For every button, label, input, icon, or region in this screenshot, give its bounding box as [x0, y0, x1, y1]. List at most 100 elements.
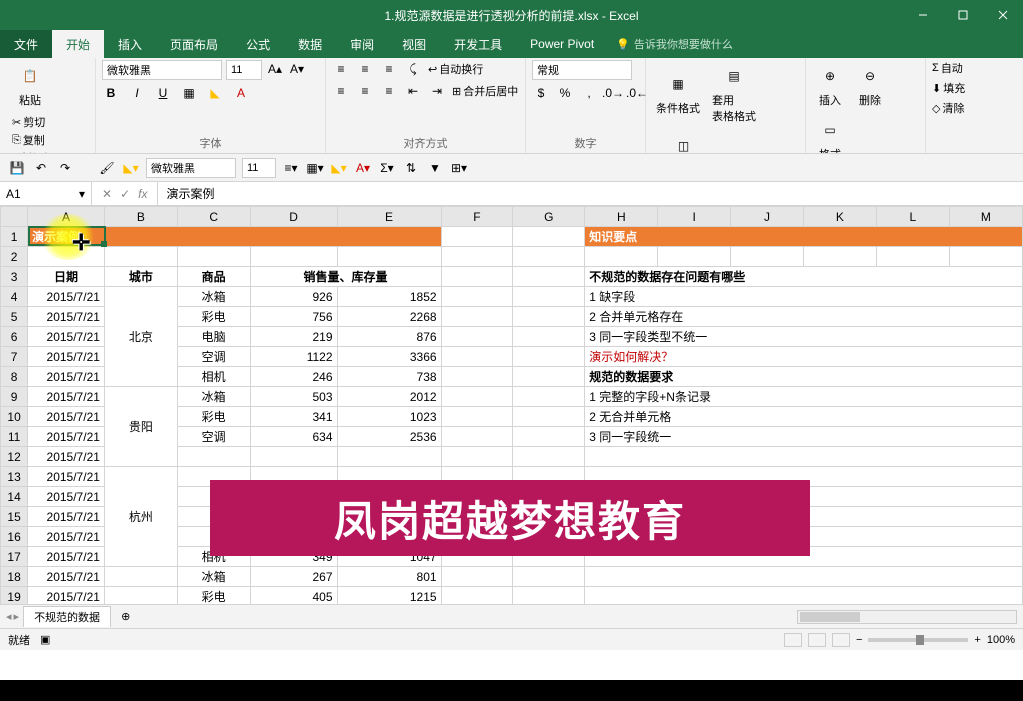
cell-A1[interactable]: 演示案例 [28, 227, 441, 247]
cell-G2[interactable] [513, 247, 585, 267]
cell-C3[interactable]: 商品 [177, 267, 250, 287]
cell-H12[interactable] [585, 447, 1023, 467]
font-size-select[interactable]: 11 [226, 60, 262, 80]
cell-C6[interactable]: 电脑 [177, 327, 250, 347]
sheet-tab-1[interactable]: 不规范的数据 [23, 606, 111, 627]
autosum-button[interactable]: Σ自动 [932, 60, 963, 76]
col-header-L[interactable]: L [876, 207, 949, 227]
row-header-12[interactable]: 12 [1, 447, 28, 467]
cell-D11[interactable]: 634 [250, 427, 337, 447]
cell-D18[interactable]: 267 [250, 567, 337, 587]
cell-C12[interactable] [177, 447, 250, 467]
cell-M2[interactable] [949, 247, 1022, 267]
cell-D6[interactable]: 219 [250, 327, 337, 347]
cell-H19[interactable] [585, 587, 1023, 605]
cell-B18[interactable] [104, 567, 177, 587]
cell-styles-button[interactable]: ◫单元格样式 [652, 130, 715, 154]
cell-F9[interactable] [441, 387, 513, 407]
cell-H4[interactable]: 1 缺字段 [585, 287, 1023, 307]
cell-D19[interactable]: 405 [250, 587, 337, 605]
cell-H6[interactable]: 3 同一字段类型不统一 [585, 327, 1023, 347]
redo-icon[interactable]: ↷ [56, 159, 74, 177]
cell-H9[interactable]: 1 完整的字段+N条记录 [585, 387, 1023, 407]
cell-A6[interactable]: 2015/7/21 [28, 327, 105, 347]
tab-review[interactable]: 审阅 [336, 30, 388, 58]
cell-A13[interactable]: 2015/7/21 [28, 467, 105, 487]
cell-G5[interactable] [513, 307, 585, 327]
cell-G11[interactable] [513, 427, 585, 447]
cut-button[interactable]: ✂剪切 [12, 114, 61, 130]
formula-input[interactable]: 演示案例 [158, 182, 1023, 205]
sheet-nav-last-icon[interactable]: ▸ [14, 610, 20, 623]
col-header-J[interactable]: J [731, 207, 804, 227]
cell-A17[interactable]: 2015/7/21 [28, 547, 105, 567]
tab-formula[interactable]: 公式 [232, 30, 284, 58]
cell-A18[interactable]: 2015/7/21 [28, 567, 105, 587]
col-header-K[interactable]: K [803, 207, 876, 227]
row-header-5[interactable]: 5 [1, 307, 28, 327]
cell-E7[interactable]: 3366 [337, 347, 441, 367]
italic-button[interactable]: I [128, 84, 146, 102]
tell-me[interactable]: 💡 告诉我你想要做什么 [616, 36, 733, 52]
cell-A5[interactable]: 2015/7/21 [28, 307, 105, 327]
row-header-11[interactable]: 11 [1, 427, 28, 447]
view-normal-icon[interactable] [784, 633, 802, 647]
cell-D8[interactable]: 246 [250, 367, 337, 387]
cell-B19[interactable] [104, 587, 177, 605]
row-header-14[interactable]: 14 [1, 487, 28, 507]
cell-B9[interactable]: 贵阳 [104, 387, 177, 467]
row-header-13[interactable]: 13 [1, 467, 28, 487]
cell-G8[interactable] [513, 367, 585, 387]
cell-F12[interactable] [441, 447, 513, 467]
cell-E4[interactable]: 1852 [337, 287, 441, 307]
align-right-icon[interactable]: ≡ [380, 82, 398, 100]
row-header-15[interactable]: 15 [1, 507, 28, 527]
cell-F8[interactable] [441, 367, 513, 387]
cell-D12[interactable] [250, 447, 337, 467]
cell-G9[interactable] [513, 387, 585, 407]
cell-G12[interactable] [513, 447, 585, 467]
zoom-level[interactable]: 100% [987, 634, 1015, 646]
col-header-I[interactable]: I [658, 207, 731, 227]
cell-E6[interactable]: 876 [337, 327, 441, 347]
cell-E19[interactable]: 1215 [337, 587, 441, 605]
row-header-8[interactable]: 8 [1, 367, 28, 387]
row-header-19[interactable]: 19 [1, 587, 28, 605]
row-header-7[interactable]: 7 [1, 347, 28, 367]
cell-D5[interactable]: 756 [250, 307, 337, 327]
cell-D4[interactable]: 926 [250, 287, 337, 307]
table-format-button[interactable]: ▤套用 表格格式 [708, 60, 760, 126]
increase-decimal-icon[interactable]: .0→ [604, 84, 622, 102]
cell-E11[interactable]: 2536 [337, 427, 441, 447]
cell-G7[interactable] [513, 347, 585, 367]
row-header-9[interactable]: 9 [1, 387, 28, 407]
paste-button[interactable]: 📋 粘贴 [12, 60, 48, 110]
cell-A8[interactable]: 2015/7/21 [28, 367, 105, 387]
col-header-A[interactable]: A [28, 207, 105, 227]
view-break-icon[interactable] [832, 633, 850, 647]
col-header-D[interactable]: D [250, 207, 337, 227]
number-format-select[interactable]: 常规 [532, 60, 632, 80]
view-layout-icon[interactable] [808, 633, 826, 647]
col-header-B[interactable]: B [104, 207, 177, 227]
cell-F1[interactable] [441, 227, 513, 247]
row-header-18[interactable]: 18 [1, 567, 28, 587]
align-middle-icon[interactable]: ≡ [356, 60, 374, 78]
cell-A10[interactable]: 2015/7/21 [28, 407, 105, 427]
indent-dec-icon[interactable]: ⇤ [404, 82, 422, 100]
clear-button[interactable]: ◇清除 [932, 100, 964, 116]
cell-F11[interactable] [441, 427, 513, 447]
align-left-icon[interactable]: ≡ [332, 82, 350, 100]
decrease-font-icon[interactable]: A▾ [288, 60, 306, 78]
row-header-16[interactable]: 16 [1, 527, 28, 547]
cell-D7[interactable]: 1122 [250, 347, 337, 367]
cell-H2[interactable] [585, 247, 658, 267]
row-header-17[interactable]: 17 [1, 547, 28, 567]
cell-A4[interactable]: 2015/7/21 [28, 287, 105, 307]
cell-H3[interactable]: 不规范的数据存在问题有哪些 [585, 267, 1023, 287]
comma-icon[interactable]: , [580, 84, 598, 102]
sheet-nav-first-icon[interactable]: ◂ [6, 610, 12, 623]
fx-icon[interactable]: fx [138, 187, 147, 201]
tab-file[interactable]: 文件 [0, 30, 52, 58]
row-header-4[interactable]: 4 [1, 287, 28, 307]
